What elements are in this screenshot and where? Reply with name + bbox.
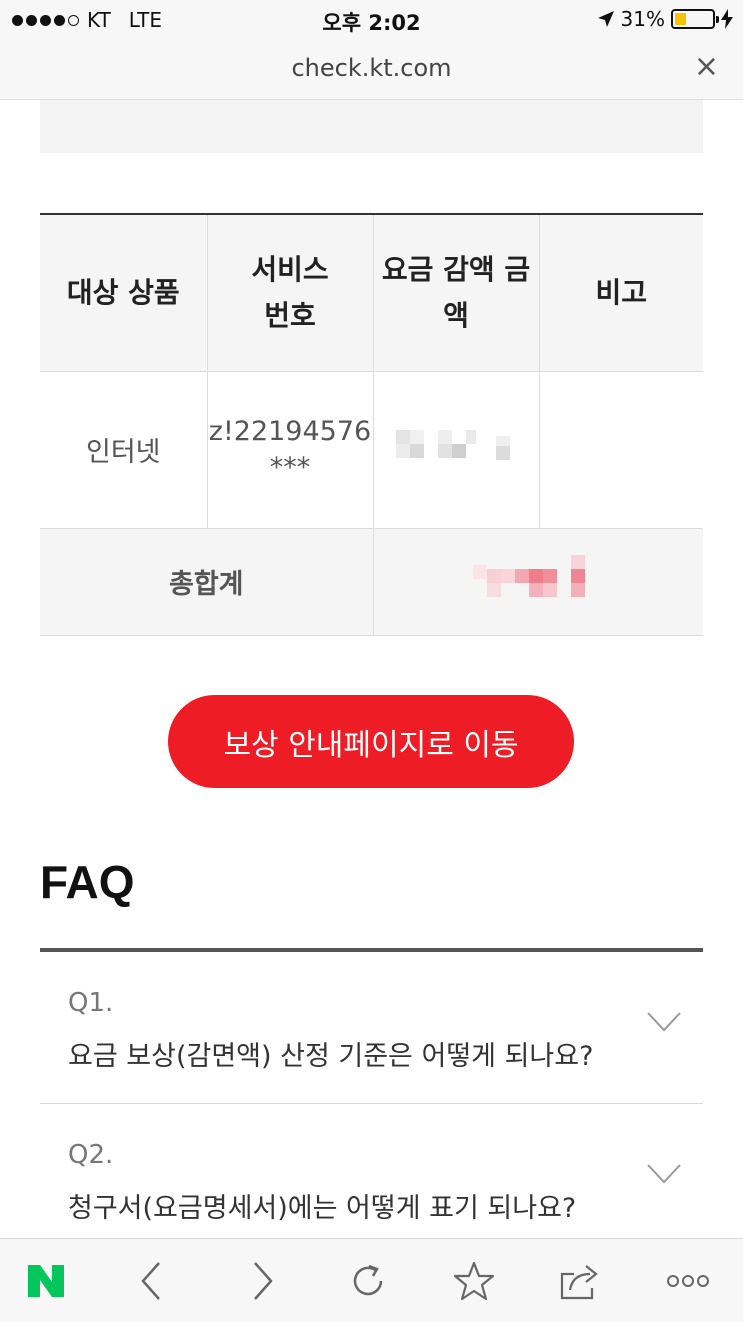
battery-percent: 31% — [620, 7, 665, 31]
table-header-row: 대상 상품 서비스 번호 요금 감액 금액 비고 — [40, 214, 703, 372]
cell-amount — [373, 371, 540, 529]
status-right: 31% — [597, 7, 733, 31]
chevron-down-icon — [647, 1012, 681, 1032]
url-text[interactable]: check.kt.com — [0, 54, 743, 82]
chevron-down-icon — [647, 1164, 681, 1184]
top-gray-strip — [40, 100, 703, 153]
service-number: z!22194576 — [208, 415, 372, 447]
more-icon[interactable] — [666, 1259, 710, 1303]
share-icon[interactable] — [558, 1259, 602, 1303]
blurred-total-amount — [473, 555, 603, 601]
faq-question-number: Q1. — [68, 988, 114, 1018]
blurred-amount — [396, 426, 516, 466]
back-icon[interactable] — [130, 1259, 174, 1303]
table-total-row: 총합계 — [40, 528, 703, 636]
total-label: 총합계 — [40, 528, 374, 636]
cell-service-number: z!22194576 *** — [207, 371, 374, 529]
col-header-amount: 요금 감액 금액 — [373, 214, 540, 372]
faq-item[interactable]: Q2. 청구서(요금명세서)에는 어떻게 표기 되나요? — [40, 1104, 703, 1256]
battery-icon — [671, 9, 719, 29]
col-header-service-number: 서비스 번호 — [207, 214, 374, 372]
cell-total-amount — [373, 528, 703, 636]
bookmark-star-icon[interactable] — [452, 1259, 496, 1303]
col-header-note: 비고 — [539, 214, 703, 372]
url-bar: check.kt.com × — [0, 40, 743, 100]
service-number-mask: *** — [269, 451, 311, 483]
cell-note — [539, 371, 703, 529]
col-header-product: 대상 상품 — [40, 214, 208, 372]
charging-bolt-icon — [721, 9, 733, 29]
go-to-compensation-page-button[interactable]: 보상 안내페이지로 이동 — [168, 695, 574, 788]
reload-icon[interactable] — [346, 1259, 390, 1303]
faq-title: FAQ — [40, 856, 135, 908]
browser-toolbar — [0, 1238, 743, 1322]
close-icon[interactable]: × — [694, 52, 719, 82]
naver-logo-icon[interactable] — [24, 1259, 68, 1303]
faq-question-text: 요금 보상(감면액) 산정 기준은 어떻게 되나요? — [68, 1041, 594, 1072]
faq-question-number: Q2. — [68, 1140, 114, 1170]
faq-question-text: 청구서(요금명세서)에는 어떻게 표기 되나요? — [68, 1193, 577, 1224]
table-row: 인터넷 z!22194576 *** — [40, 371, 703, 529]
faq-item[interactable]: Q1. 요금 보상(감면액) 산정 기준은 어떻게 되나요? — [40, 952, 703, 1104]
location-arrow-icon — [597, 11, 614, 27]
cell-product: 인터넷 — [40, 371, 208, 529]
refund-table: 대상 상품 서비스 번호 요금 감액 금액 비고 인터넷 z!22194576 *… — [40, 213, 703, 636]
forward-icon[interactable] — [240, 1259, 284, 1303]
status-bar: KT LTE 오후 2:02 31% — [0, 0, 743, 40]
